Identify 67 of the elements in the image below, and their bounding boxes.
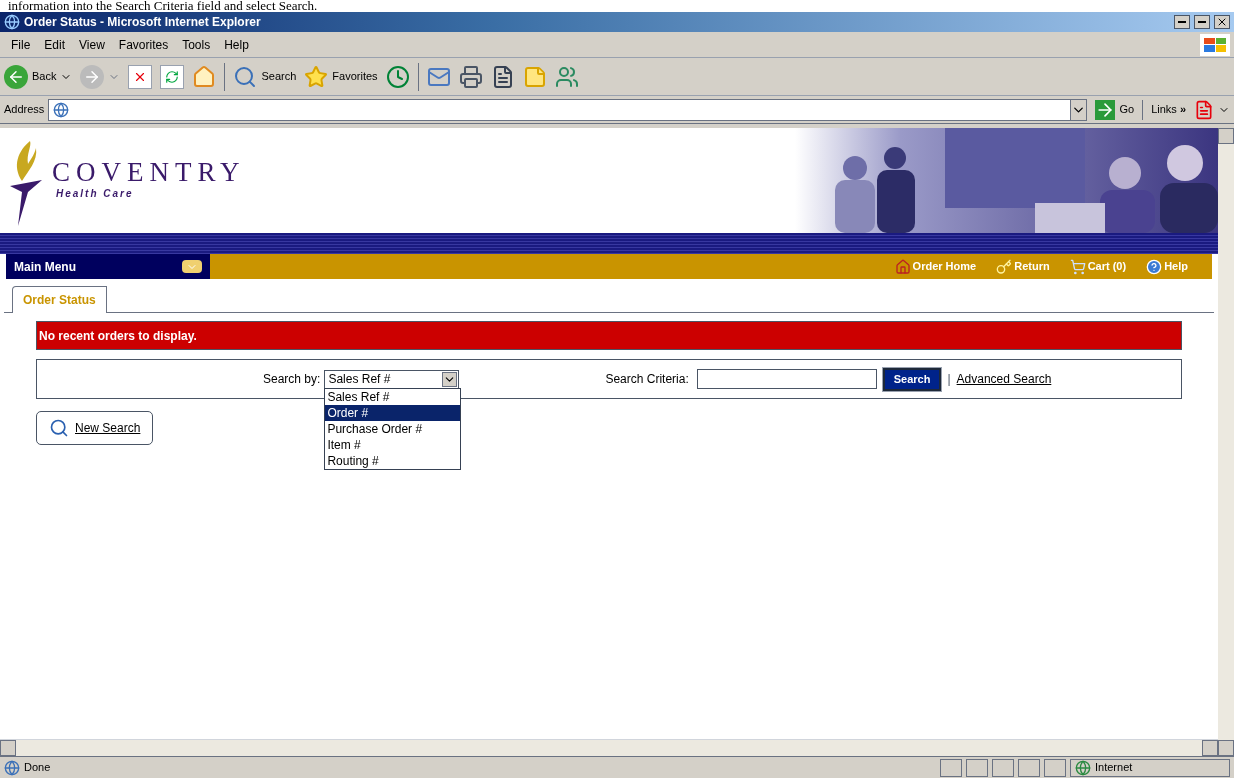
- help-icon: [1146, 258, 1163, 275]
- favorites-button[interactable]: Favorites: [304, 64, 378, 89]
- go-button[interactable]: Go: [1091, 99, 1139, 120]
- minimize-button[interactable]: [1174, 15, 1190, 29]
- close-button[interactable]: [1214, 15, 1230, 29]
- dropdown-option[interactable]: Sales Ref #: [325, 388, 461, 405]
- caption: information into the Search Criteria field and select Search.: [0, 0, 1234, 12]
- print-icon[interactable]: [458, 64, 483, 89]
- dropdown-option[interactable]: Item #: [325, 436, 461, 453]
- menu-item[interactable]: Tools: [175, 35, 218, 54]
- status-panel: [992, 758, 1014, 777]
- key-icon: [996, 258, 1013, 275]
- page-icon: [53, 101, 70, 118]
- house-icon: [894, 258, 911, 275]
- menu-item[interactable]: Favorites: [111, 35, 176, 54]
- address-field[interactable]: [48, 98, 1088, 121]
- search-by-select[interactable]: Sales Ref #: [324, 369, 460, 389]
- dropdown-option[interactable]: Purchase Order #: [325, 420, 461, 437]
- scroll-left-button[interactable]: [0, 740, 16, 756]
- search-criteria-field[interactable]: [696, 369, 877, 389]
- search-button[interactable]: Search: [233, 64, 297, 89]
- cart-icon: [1069, 258, 1086, 275]
- zone-label: Internet: [1095, 760, 1133, 776]
- search-criteria-label: Search Criteria:: [605, 371, 689, 388]
- star-icon: [304, 64, 329, 89]
- globe-icon: [1075, 759, 1091, 776]
- page-icon: [4, 759, 20, 776]
- minimize-icon: [1178, 21, 1186, 23]
- status-panel: [966, 758, 988, 777]
- ie-icon: [4, 14, 20, 30]
- main-menu-label: Main Menu: [14, 258, 76, 276]
- back-button[interactable]: Back: [4, 64, 73, 89]
- separator: |: [947, 371, 951, 388]
- scroll-right-button[interactable]: [1202, 740, 1218, 756]
- main-menu-button[interactable]: [182, 260, 202, 273]
- stop-icon[interactable]: [128, 64, 153, 89]
- status-text: Done: [24, 760, 52, 776]
- pdf-icon[interactable]: [1194, 99, 1214, 120]
- status-panel: [940, 758, 962, 777]
- dropdown-option[interactable]: Routing #: [325, 452, 461, 469]
- alert-banner: No recent orders to display.: [36, 321, 1182, 350]
- search-icon: [233, 64, 258, 89]
- menu-item[interactable]: Edit: [37, 35, 73, 54]
- close-icon: [1216, 16, 1228, 28]
- status-panel: [1018, 758, 1040, 777]
- restore-button[interactable]: [1194, 15, 1210, 29]
- history-icon[interactable]: [385, 64, 410, 89]
- vertical-scrollbar[interactable]: [1218, 128, 1234, 756]
- magnifier-icon: [49, 418, 69, 438]
- logo-tagline: Health Care: [55, 187, 135, 201]
- menu-item[interactable]: File: [4, 35, 38, 54]
- refresh-icon[interactable]: [160, 64, 185, 89]
- home-icon[interactable]: [192, 64, 217, 89]
- windows-logo-icon: [1200, 33, 1230, 56]
- links-button[interactable]: Links »: [1147, 101, 1190, 118]
- messenger-icon[interactable]: [554, 64, 579, 89]
- new-search-button[interactable]: New Search: [36, 411, 154, 445]
- window-title: Order Status - Microsoft Internet Explorer: [24, 14, 261, 31]
- dropdown-option[interactable]: Order #: [325, 404, 461, 421]
- advanced-search-link[interactable]: Advanced Search: [956, 370, 1052, 388]
- logo-name: COVENTRY: [52, 158, 246, 186]
- search-by-label: Search by:: [263, 371, 321, 388]
- search-submit-button[interactable]: Search: [882, 367, 942, 391]
- menu-item[interactable]: View: [72, 35, 112, 54]
- address-label: Address: [4, 102, 45, 118]
- status-panel: [1044, 758, 1066, 777]
- menu-item[interactable]: Help: [217, 35, 256, 54]
